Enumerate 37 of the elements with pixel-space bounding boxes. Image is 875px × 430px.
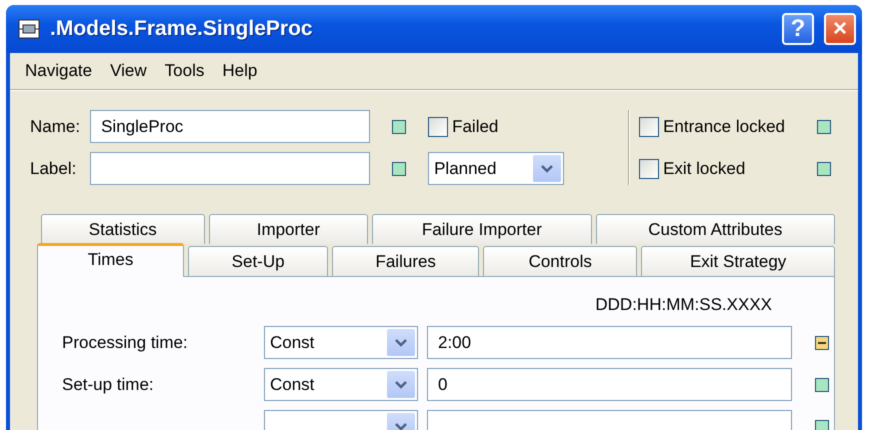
menu-item[interactable]: Navigate [16,59,102,83]
window-title: .Models.Frame.SingleProc [50,17,314,41]
checkbox[interactable] [639,116,660,136]
distribution-dropdown[interactable]: Const [264,368,418,401]
time-label: Processing time: [62,332,189,352]
label-field[interactable] [90,152,370,185]
tab[interactable]: Set-Up [188,246,328,276]
distribution-dropdown[interactable]: Const [264,326,418,359]
dropdown-caret-icon [394,380,408,390]
tab[interactable]: Exit Strategy [641,246,836,276]
checkbox[interactable] [428,116,448,136]
tab[interactable]: Statistics [41,214,205,244]
time-label: Set-up time: [62,374,155,394]
tab[interactable]: Failure Importer [372,214,592,244]
checkbox-label: Failed [452,116,498,136]
checkbox[interactable] [639,158,660,178]
menu-item[interactable]: Tools [156,59,214,83]
time-field[interactable]: 0 [427,368,792,401]
failure-mode-dropdown[interactable]: Planned [428,152,564,185]
checkbox-label: Exit locked [663,158,746,178]
name-field[interactable]: SingleProc [90,110,370,143]
checkbox-label: Entrance locked [663,116,785,136]
dropdown-caret-icon [394,422,408,430]
field-label: Label: [30,158,78,178]
menu-item[interactable]: Help [213,59,266,83]
frame-icon [18,19,40,39]
menu-item[interactable]: View [101,59,156,83]
tab[interactable]: Controls [483,246,638,276]
tab[interactable]: Importer [208,214,368,244]
dropdown-caret-icon [540,164,554,174]
time-format-hint: DDD:HH:MM:SS.XXXX [595,295,772,315]
tab[interactable]: Times [37,243,184,277]
dropdown-caret-icon [394,338,408,348]
time-field[interactable]: 2:00 [427,326,792,359]
field-label: Name: [30,116,80,136]
tab[interactable]: Failures [332,246,480,276]
tab[interactable]: Custom Attributes [596,214,835,244]
